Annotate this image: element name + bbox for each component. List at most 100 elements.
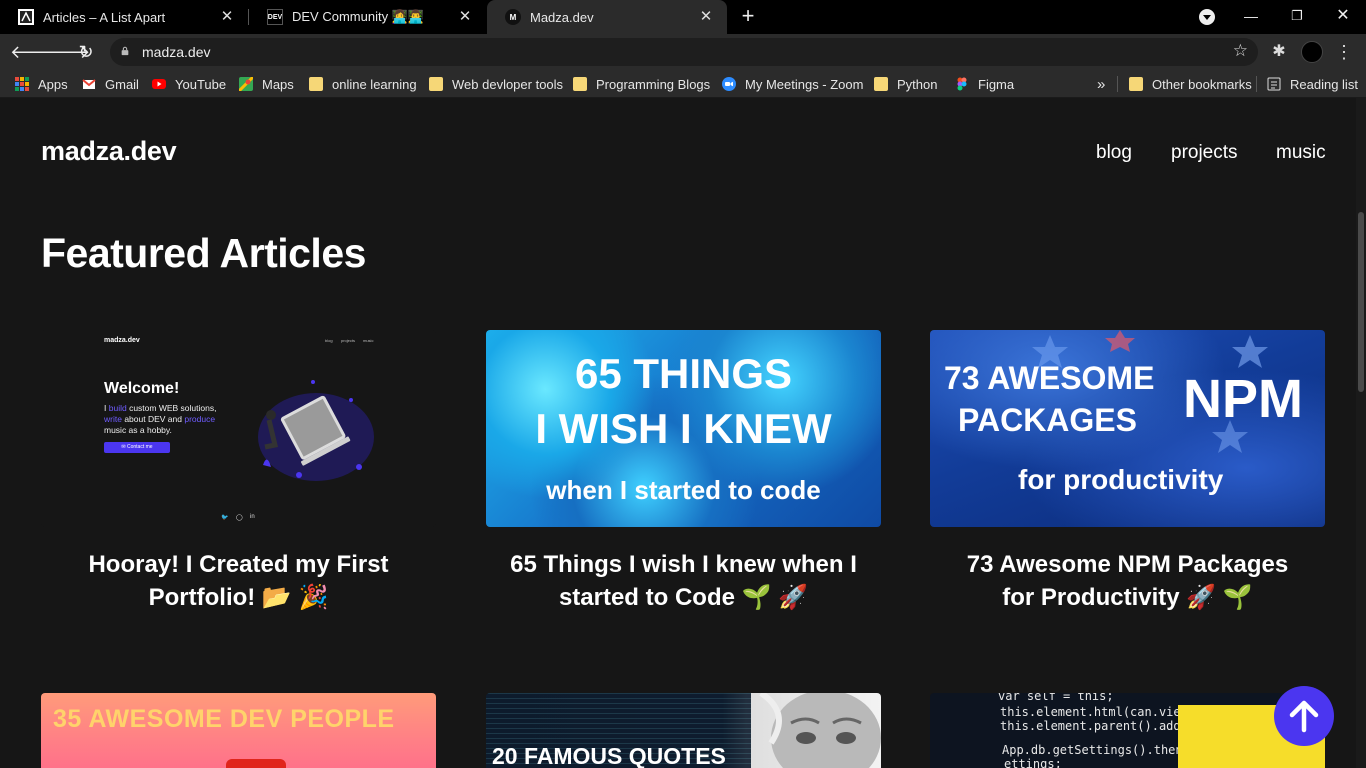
menu-icon[interactable]: ⋮ (1334, 42, 1354, 62)
tab-madza[interactable]: M Madza.dev ✕ (487, 0, 727, 34)
tab-articles[interactable]: Articles – A List Apart ✕ (0, 0, 248, 34)
ala-icon (18, 9, 34, 25)
thumb-logo: madza.dev (104, 337, 140, 344)
madza-icon: M (505, 9, 521, 25)
maps-icon (239, 77, 253, 91)
bookmark-label: Web devloper tools (452, 76, 564, 92)
article-thumbnail-famous-quotes[interactable]: 20 FAMOUS QUOTES (486, 693, 881, 768)
bookmark-label: Gmail (105, 76, 139, 92)
back-icon[interactable]: 🡐 (10, 40, 58, 64)
reading-list-icon (1267, 77, 1281, 91)
thumb-line: 35 AWESOME DEV PEOPLE (53, 705, 395, 733)
bookmark-gmail[interactable]: Gmail (82, 75, 139, 93)
address-bar[interactable]: madza.dev ☆ (110, 38, 1258, 66)
nav-projects[interactable]: projects (1171, 142, 1238, 164)
youtube-icon (152, 79, 166, 89)
code-line: var self = this; (998, 693, 1114, 703)
gmail-icon (82, 79, 96, 89)
reading-list-button[interactable]: Reading list (1267, 75, 1358, 93)
bookmark-programming-blogs[interactable]: Programming Blogs (573, 75, 710, 93)
bookmarks-overflow-button[interactable]: » (1097, 75, 1105, 93)
folder-icon (309, 77, 323, 91)
figma-icon (957, 77, 967, 91)
bookmark-label: Apps (38, 76, 68, 92)
nav-blog[interactable]: blog (1096, 142, 1132, 164)
bookmark-maps[interactable]: Maps (239, 75, 294, 93)
bookmarks-bar: Apps Gmail YouTube Maps online learning … (0, 70, 1366, 98)
bookmark-online-learning[interactable]: online learning (309, 75, 417, 93)
reload-icon[interactable]: ↻ (74, 40, 98, 64)
bookmark-other[interactable]: Other bookmarks (1129, 75, 1252, 93)
lock-icon (121, 46, 129, 56)
scroll-to-top-button[interactable] (1274, 686, 1334, 746)
new-tab-button[interactable]: + (736, 5, 760, 28)
linkedin-icon: in (250, 514, 255, 520)
forward-icon[interactable]: 🡒 (42, 40, 90, 64)
tab-dev-community[interactable]: DEV DEV Community 👩‍💻👨‍💻 ✕ (249, 0, 486, 34)
page-content: madza.dev blog projects music Featured A… (0, 98, 1366, 768)
extensions-icon[interactable]: ✱ (1269, 42, 1289, 62)
thumb-line: when I started to code (546, 475, 821, 505)
bookmark-youtube[interactable]: YouTube (152, 75, 226, 93)
url-text: madza.dev (142, 44, 211, 60)
minimize-icon[interactable]: — (1228, 0, 1274, 34)
bookmark-web-dev-tools[interactable]: Web devloper tools (429, 75, 563, 93)
folder-icon (429, 77, 443, 91)
browser-toolbar: 🡐 🡒 ↻ madza.dev ☆ ✱ ⋮ (0, 34, 1366, 70)
bookmark-label: Maps (262, 76, 294, 92)
tab-search-icon[interactable] (1199, 9, 1215, 25)
article-thumbnail-dev-people[interactable]: 35 AWESOME DEV PEOPLE (41, 693, 436, 768)
thumb-contact-button: ✉ Contact me (104, 442, 170, 453)
scrollbar-track[interactable] (1356, 98, 1366, 768)
article-title[interactable]: 73 Awesome NPM Packages for Productivity… (930, 548, 1325, 614)
thumb-line: PACKAGES (958, 402, 1137, 438)
github-icon: ◯ (236, 515, 243, 521)
bookmark-apps[interactable]: Apps (15, 75, 68, 93)
article-thumbnail-code[interactable]: var self = this; this.element.html(can.v… (930, 693, 1325, 768)
bookmark-label: My Meetings - Zoom (745, 76, 864, 92)
code-line: App.db.getSettings().then (1002, 743, 1183, 757)
bookmark-label: YouTube (175, 76, 227, 92)
thumb-description: I build custom WEB solutions, write about… (104, 403, 217, 435)
article-title[interactable]: 65 Things I wish I knew when I started t… (486, 548, 881, 614)
close-tab-icon[interactable]: ✕ (697, 8, 715, 26)
article-thumbnail-65-things[interactable]: 65 THINGS I WISH I KNEW when I started t… (486, 330, 881, 527)
thumb-nav: music (363, 338, 374, 343)
site-logo[interactable]: madza.dev (41, 136, 177, 167)
arrow-up-icon (1289, 700, 1319, 733)
close-tab-icon[interactable]: ✕ (218, 8, 236, 26)
article-title[interactable]: Hooray! I Created my First Portfolio! 📂 … (41, 548, 436, 614)
thumb-line: 65 THINGS (574, 350, 793, 397)
bookmark-label: online learning (332, 76, 417, 92)
zoom-icon (722, 77, 736, 91)
bookmark-label: Reading list (1290, 76, 1358, 92)
nav-music[interactable]: music (1276, 142, 1326, 164)
window-close-icon[interactable]: ✕ (1320, 0, 1366, 34)
article-thumbnail-portfolio[interactable]: madza.dev blog projects music Welcome! I… (41, 330, 436, 527)
close-tab-icon[interactable]: ✕ (456, 8, 474, 26)
thumb-line: I WISH I KNEW (535, 405, 832, 452)
bookmark-zoom[interactable]: My Meetings - Zoom (722, 75, 863, 93)
scrollbar-thumb[interactable] (1358, 212, 1364, 392)
thumb-line: 73 AWESOME (944, 360, 1155, 396)
bookmark-figma[interactable]: Figma (955, 75, 1014, 93)
folder-icon (573, 77, 587, 91)
code-line: this.element.parent().add (1000, 719, 1181, 733)
bookmark-label: Figma (978, 76, 1015, 92)
youtube-shape (226, 759, 286, 768)
bookmark-label: Python (897, 76, 938, 92)
portrait-illustration (759, 693, 881, 768)
tab-strip: Articles – A List Apart ✕ DEV DEV Commun… (0, 0, 1366, 34)
apps-icon (15, 77, 29, 91)
thumb-heading: Welcome! (104, 380, 180, 397)
article-thumbnail-npm-packages[interactable]: 73 AWESOME PACKAGES for productivity NPM (930, 330, 1325, 527)
thumb-line: 20 FAMOUS QUOTES (492, 743, 726, 768)
maximize-icon[interactable]: ❐ (1274, 0, 1320, 34)
folder-icon (1129, 77, 1143, 91)
laptop-illustration (258, 380, 374, 481)
profile-avatar[interactable] (1301, 41, 1323, 63)
folder-icon (874, 77, 888, 91)
bookmark-label: Other bookmarks (1152, 76, 1252, 92)
bookmark-python[interactable]: Python (874, 75, 937, 93)
bookmark-star-icon[interactable]: ☆ (1233, 41, 1248, 61)
